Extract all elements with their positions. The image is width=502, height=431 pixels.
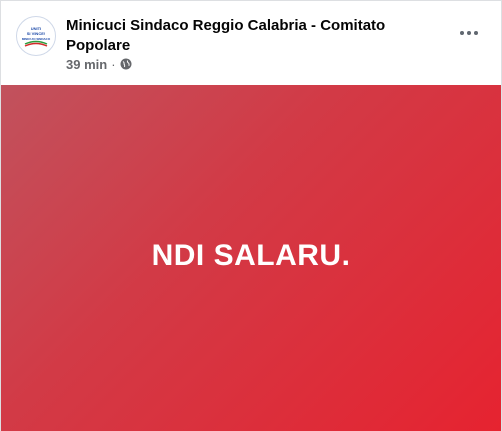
page-avatar[interactable]: UNITI SI VINCE! MINICUCI SINDACO xyxy=(16,16,56,56)
facebook-post-card: UNITI SI VINCE! MINICUCI SINDACO Minicuc… xyxy=(0,0,502,431)
avatar-text-line2: SI VINCE! xyxy=(27,31,45,36)
more-dot-icon xyxy=(474,31,478,35)
post-header: UNITI SI VINCE! MINICUCI SINDACO Minicuc… xyxy=(1,1,501,85)
post-timestamp[interactable]: 39 min xyxy=(66,57,107,72)
page-name-link[interactable]: Minicuci Sindaco Reggio Calabria - Comit… xyxy=(66,16,406,56)
post-background-text[interactable]: NDI SALARU. xyxy=(1,85,501,431)
post-body-text: NDI SALARU. xyxy=(151,238,351,272)
more-dot-icon xyxy=(460,31,464,35)
post-meta: 39 min · xyxy=(66,56,132,72)
avatar-logo-icon: UNITI SI VINCE! MINICUCI SINDACO xyxy=(18,18,54,54)
avatar-text-line3: MINICUCI SINDACO xyxy=(22,37,51,41)
globe-icon[interactable] xyxy=(120,58,132,70)
more-dot-icon xyxy=(467,31,471,35)
meta-separator: · xyxy=(111,56,116,72)
more-options-button[interactable] xyxy=(455,23,483,43)
